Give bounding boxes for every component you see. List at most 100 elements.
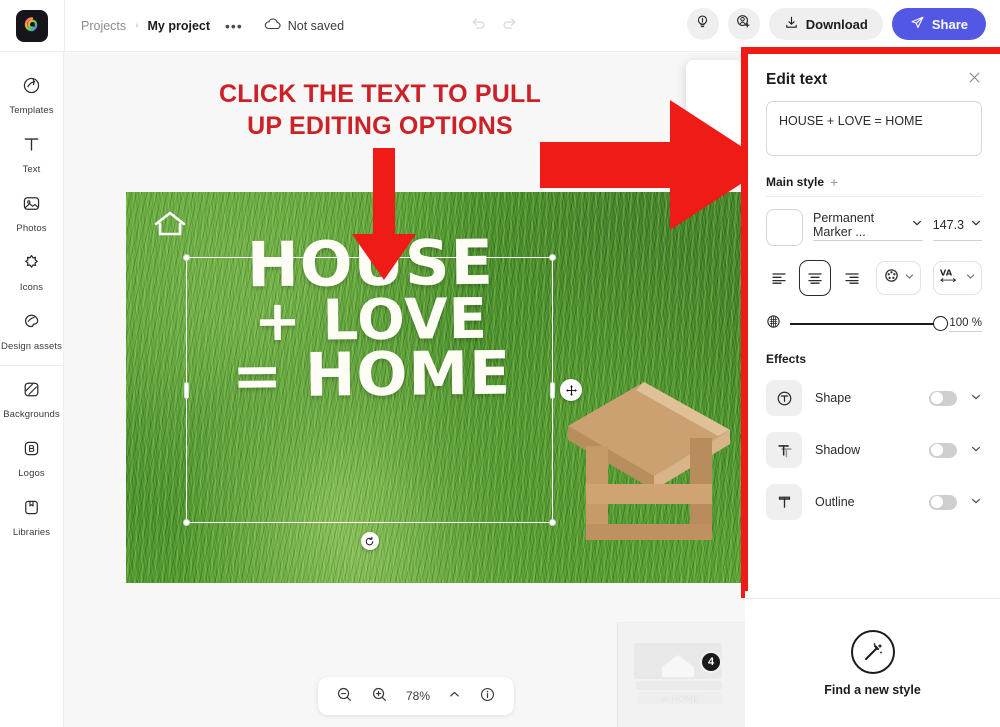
rotate-icon[interactable] bbox=[360, 532, 379, 550]
color-wheel-icon bbox=[883, 267, 900, 289]
main-style-text: Main style bbox=[766, 175, 825, 189]
top-toolbar: Projects › My project ••• Not saved Down… bbox=[0, 0, 1000, 52]
svg-text:VA: VA bbox=[940, 268, 953, 278]
red-arrow-down-icon bbox=[352, 148, 416, 280]
letter-spacing-icon: VA bbox=[939, 267, 961, 289]
invite-button[interactable] bbox=[727, 8, 760, 40]
move-icon[interactable] bbox=[560, 379, 582, 401]
download-button[interactable]: Download bbox=[768, 8, 883, 40]
font-family-value: Permanent Marker ... bbox=[813, 210, 875, 239]
resize-handle-top-left[interactable] bbox=[183, 254, 190, 261]
sidebar-item-libraries[interactable]: Libraries bbox=[0, 488, 64, 547]
shadow-toggle[interactable] bbox=[929, 442, 957, 458]
text-color-swatch[interactable] bbox=[766, 209, 803, 246]
download-label: Download bbox=[805, 16, 868, 32]
more-options-button[interactable]: ••• bbox=[225, 19, 243, 33]
zoom-out-icon[interactable] bbox=[336, 686, 353, 706]
resize-handle-left[interactable] bbox=[184, 382, 189, 399]
cloud-icon bbox=[264, 18, 281, 33]
font-size-select[interactable]: 147.3 bbox=[932, 215, 982, 241]
page-count-badge: 4 bbox=[700, 651, 722, 673]
align-right-icon[interactable] bbox=[839, 264, 864, 292]
resize-handle-right[interactable] bbox=[550, 382, 555, 399]
undo-icon[interactable] bbox=[470, 14, 487, 36]
icons-icon bbox=[21, 252, 42, 278]
toolbar-divider bbox=[64, 0, 65, 52]
magic-wand-icon bbox=[850, 629, 895, 674]
shape-toggle[interactable] bbox=[929, 390, 957, 406]
resize-handle-top-right[interactable] bbox=[549, 254, 556, 261]
opacity-slider[interactable] bbox=[790, 316, 949, 331]
sidebar-item-icons[interactable]: Icons bbox=[0, 243, 64, 302]
align-left-icon[interactable] bbox=[766, 264, 791, 292]
outline-toggle[interactable] bbox=[929, 494, 957, 510]
text-selection-frame[interactable] bbox=[183, 254, 582, 550]
libraries-icon bbox=[21, 497, 42, 523]
sidebar-item-design-assets[interactable]: Design assets bbox=[0, 302, 64, 361]
opacity-icon bbox=[766, 314, 781, 334]
sidebar-item-templates[interactable]: Templates bbox=[0, 66, 64, 125]
chevron-down-icon bbox=[911, 217, 923, 232]
zoom-level-label[interactable]: 78% bbox=[406, 689, 430, 703]
letter-spacing-button[interactable]: VA bbox=[932, 261, 982, 295]
ideas-button[interactable] bbox=[686, 8, 719, 40]
annotation-line-1: CLICK THE TEXT TO PULL bbox=[219, 80, 541, 108]
font-size-value: 147.3 bbox=[932, 217, 965, 232]
chevron-down-icon[interactable] bbox=[970, 391, 982, 406]
sidebar-divider bbox=[0, 365, 64, 366]
close-icon[interactable] bbox=[967, 70, 982, 89]
sidebar-label-icons: Icons bbox=[19, 282, 44, 293]
sidebar-item-text[interactable]: Text bbox=[0, 125, 64, 184]
text-input-field[interactable]: HOUSE + LOVE = HOME bbox=[766, 101, 982, 156]
effect-name-outline: Outline bbox=[815, 495, 855, 509]
share-button[interactable]: Share bbox=[891, 8, 986, 40]
effect-row-shadow[interactable]: Shadow bbox=[766, 424, 982, 476]
opacity-slider-knob[interactable] bbox=[933, 316, 949, 331]
chevron-down-icon[interactable] bbox=[970, 495, 982, 510]
breadcrumb-projects[interactable]: Projects bbox=[81, 19, 126, 33]
page-thumbnail[interactable]: = HOME 4 bbox=[632, 641, 728, 709]
chevron-down-icon bbox=[970, 217, 982, 232]
photos-icon bbox=[21, 193, 42, 219]
text-input-value: HOUSE + LOVE = HOME bbox=[779, 114, 923, 128]
redo-icon[interactable] bbox=[501, 14, 518, 36]
send-icon bbox=[910, 15, 925, 33]
opacity-value[interactable]: 100 % bbox=[949, 317, 982, 332]
sidebar-item-backgrounds[interactable]: Backgrounds bbox=[0, 370, 64, 429]
lightbulb-icon bbox=[694, 13, 711, 35]
adobe-express-logo[interactable] bbox=[16, 9, 48, 42]
shadow-effect-icon bbox=[766, 432, 802, 468]
chevron-down-icon[interactable] bbox=[970, 443, 982, 458]
font-family-select[interactable]: Permanent Marker ... bbox=[813, 211, 923, 241]
align-center-icon[interactable] bbox=[799, 260, 832, 296]
sidebar-item-photos[interactable]: Photos bbox=[0, 184, 64, 243]
find-new-style-button[interactable]: Find a new style bbox=[745, 598, 1000, 727]
effect-row-shape[interactable]: Shape bbox=[766, 372, 982, 424]
add-style-button[interactable]: + bbox=[830, 174, 838, 190]
resize-handle-bottom-left[interactable] bbox=[183, 519, 190, 526]
color-picker-button[interactable] bbox=[876, 261, 921, 295]
effect-row-outline[interactable]: Outline bbox=[766, 476, 982, 528]
sidebar-label-backgrounds: Backgrounds bbox=[3, 409, 60, 420]
add-person-icon bbox=[735, 13, 752, 35]
sidebar-label-logos: Logos bbox=[18, 468, 45, 479]
red-arrow-right-icon bbox=[540, 100, 770, 230]
outline-effect-icon bbox=[766, 484, 802, 520]
logos-icon bbox=[21, 438, 42, 464]
opacity-row: 100 % bbox=[766, 296, 982, 334]
info-icon[interactable] bbox=[479, 686, 496, 706]
topbar-actions: Download Share bbox=[686, 8, 986, 40]
sidebar-label-text: Text bbox=[22, 164, 41, 175]
backgrounds-icon bbox=[21, 379, 42, 405]
annotation-line-2: UP EDITING OPTIONS bbox=[247, 112, 513, 140]
sidebar-item-logos[interactable]: Logos bbox=[0, 429, 64, 488]
breadcrumb-current[interactable]: My project bbox=[148, 19, 211, 33]
zoom-in-icon[interactable] bbox=[371, 686, 388, 706]
sidebar-label-libraries: Libraries bbox=[12, 527, 51, 538]
templates-icon bbox=[21, 75, 42, 101]
annotation-text: CLICK THE TEXT TO PULL UP EDITING OPTION… bbox=[190, 78, 570, 142]
share-label: Share bbox=[931, 16, 968, 32]
svg-text:= HOME: = HOME bbox=[661, 695, 699, 705]
chevron-up-icon[interactable] bbox=[448, 688, 461, 704]
resize-handle-bottom-right[interactable] bbox=[549, 519, 556, 526]
